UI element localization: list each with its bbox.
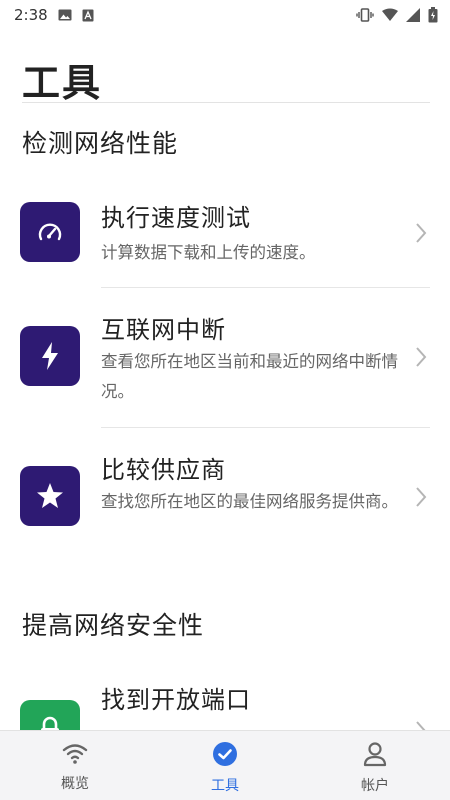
- wifi-signal-icon: [382, 8, 398, 22]
- person-icon: [363, 741, 387, 771]
- chevron-right-icon: [410, 218, 432, 248]
- item-title: 执行速度测试: [101, 204, 251, 232]
- vibrate-icon: [356, 8, 374, 22]
- status-bar: 2:38: [0, 0, 450, 30]
- nav-label: 概览: [61, 776, 89, 792]
- bottom-navigation: 概览 工具 帐户: [0, 730, 450, 800]
- item-description: 查找您所在地区的最佳网络服务提供商。: [101, 492, 398, 511]
- chevron-right-icon: [410, 482, 432, 512]
- item-title: 互联网中断: [101, 316, 226, 344]
- list-item-speed-test[interactable]: 执行速度测试 计算数据下载和上传的速度。: [0, 190, 450, 288]
- page-title: 工具: [22, 61, 103, 105]
- nav-label: 工具: [211, 778, 239, 794]
- image-notification-icon: [58, 9, 72, 21]
- section-header-network-security: 提高网络安全性: [22, 611, 205, 640]
- list-item-internet-outage[interactable]: 互联网中断 查看您所在地区当前和最近的网络中断情况。: [0, 288, 450, 428]
- nav-item-overview[interactable]: 概览: [0, 731, 150, 800]
- status-time: 2:38: [14, 6, 48, 24]
- nav-item-account[interactable]: 帐户: [300, 731, 450, 800]
- lock-icon: [20, 700, 80, 730]
- chevron-right-icon: [410, 342, 432, 372]
- nav-label: 帐户: [361, 778, 389, 794]
- star-icon: [20, 466, 80, 526]
- list-item-find-open-ports[interactable]: 找到开放端口: [0, 672, 450, 730]
- section-header-network-performance: 检测网络性能: [22, 129, 179, 158]
- wifi-icon: [62, 741, 88, 769]
- speedometer-icon: [20, 202, 80, 262]
- cell-signal-icon: [406, 8, 420, 22]
- check-circle-icon: [212, 741, 238, 771]
- lightning-icon: [20, 326, 80, 386]
- item-title: 找到开放端口: [101, 686, 251, 714]
- item-title: 比较供应商: [101, 456, 226, 484]
- title-divider: [22, 102, 430, 103]
- app-notification-icon: [82, 9, 94, 22]
- item-description: 计算数据下载和上传的速度。: [101, 243, 316, 262]
- item-description: 查看您所在地区当前和最近的网络中断情况。: [101, 352, 398, 401]
- battery-icon: [428, 7, 438, 23]
- chevron-right-icon: [410, 716, 432, 730]
- nav-item-tools[interactable]: 工具: [150, 731, 300, 800]
- list-item-compare-providers[interactable]: 比较供应商 查找您所在地区的最佳网络服务提供商。: [0, 428, 450, 568]
